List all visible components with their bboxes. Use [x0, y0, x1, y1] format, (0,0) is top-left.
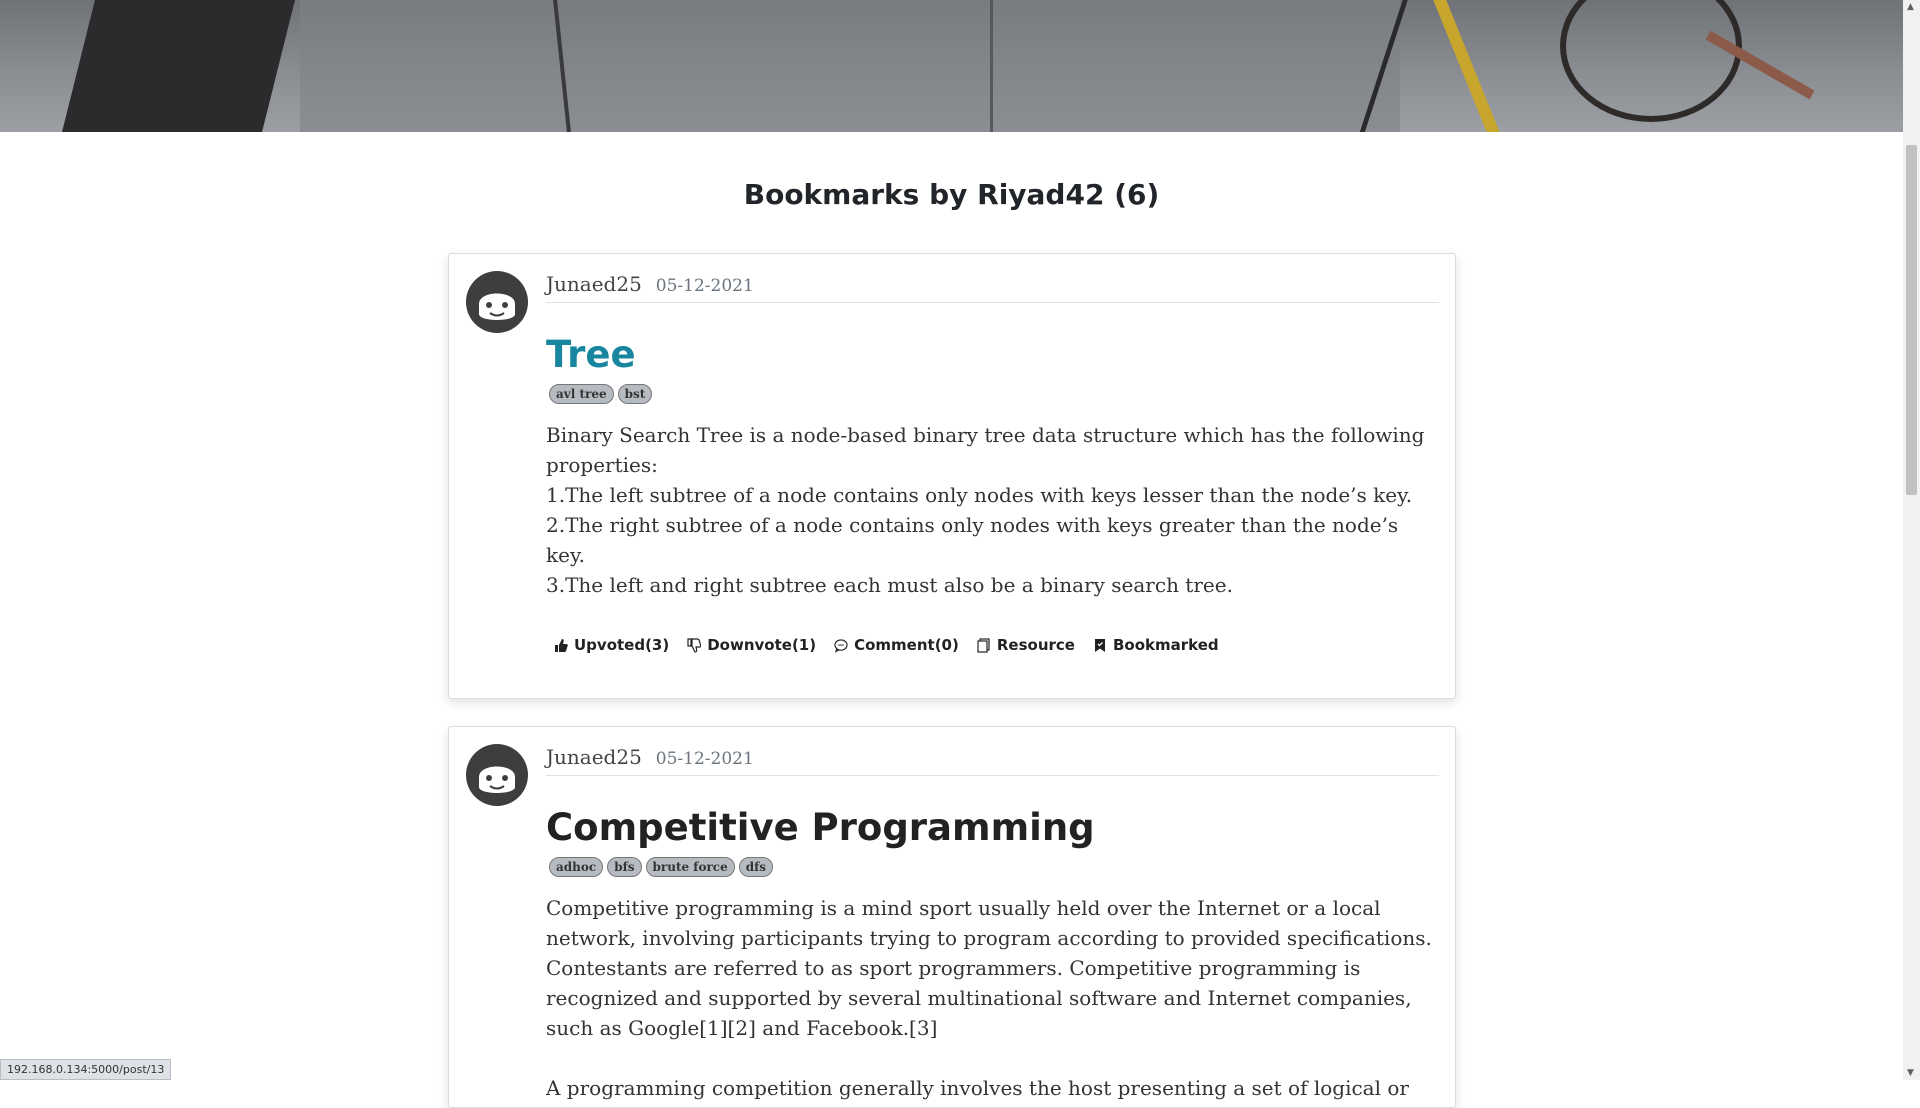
upvote-label: Upvoted(3): [574, 636, 670, 654]
tag[interactable]: brute force: [645, 857, 735, 877]
post-paragraph: Binary Search Tree is a node-based binar…: [546, 423, 1425, 477]
post-paragraph: A programming competition generally invo…: [546, 1076, 1409, 1100]
comment-label: Comment(0): [854, 636, 959, 654]
tag-list: avl tree bst: [549, 384, 1439, 404]
downvote-button[interactable]: Downvote(1): [687, 636, 816, 654]
resource-button[interactable]: Resource: [977, 636, 1075, 654]
post-meta: Junaed25 05-12-2021: [546, 272, 1439, 303]
comment-icon: [834, 638, 848, 653]
post-meta: Junaed25 05-12-2021: [546, 745, 1439, 776]
avatar-icon: [466, 744, 528, 806]
post-body: Competitive programming is a mind sport …: [546, 893, 1439, 1103]
post-paragraph: 2.The right subtree of a node contains o…: [546, 513, 1399, 567]
page-title: Bookmarks by Riyad42 (6): [743, 178, 1160, 211]
document-icon: [977, 637, 990, 653]
thumbs-down-icon: [687, 637, 702, 653]
avatar-icon: [466, 271, 528, 333]
vertical-scrollbar[interactable]: ▲ ▼: [1903, 0, 1920, 1080]
bookmark-button[interactable]: Bookmarked: [1093, 636, 1219, 654]
author-link[interactable]: Junaed25: [546, 745, 642, 769]
tag[interactable]: adhoc: [549, 857, 604, 877]
author-link[interactable]: Junaed25: [546, 272, 642, 296]
comment-button[interactable]: Comment(0): [834, 636, 959, 654]
hero-banner-image: [0, 0, 1903, 132]
upvote-button[interactable]: Upvoted(3): [554, 636, 669, 654]
post-card: Junaed25 05-12-2021 Competitive Programm…: [448, 726, 1456, 1108]
post-date: 05-12-2021: [655, 276, 754, 296]
tag[interactable]: dfs: [738, 857, 774, 877]
downvote-label: Downvote(1): [707, 636, 817, 654]
bookmark-icon: [1094, 638, 1105, 652]
post-title-link[interactable]: Tree: [546, 333, 1439, 376]
tag[interactable]: bfs: [607, 857, 642, 877]
scroll-down-icon[interactable]: ▼: [1907, 1068, 1914, 1078]
resource-label: Resource: [996, 636, 1075, 654]
post-paragraph: 1.The left subtree of a node contains on…: [546, 483, 1413, 507]
post-card: Junaed25 05-12-2021 Tree avl tree bst Bi…: [448, 253, 1456, 699]
post-title-link[interactable]: Competitive Programming: [546, 806, 1439, 849]
bookmark-label: Bookmarked: [1112, 636, 1219, 654]
post-body: Binary Search Tree is a node-based binar…: [546, 420, 1439, 600]
post-actions: Upvoted(3) Downvote(1) Comment(0) Resour…: [554, 636, 1439, 698]
tag-list: adhoc bfs brute force dfs: [549, 857, 1439, 877]
tag[interactable]: avl tree: [549, 384, 614, 404]
post-date: 05-12-2021: [655, 749, 754, 769]
link-status-bar: 192.168.0.134:5000/post/13: [0, 1059, 172, 1080]
tag[interactable]: bst: [617, 384, 653, 404]
post-paragraph: 3.The left and right subtree each must a…: [546, 573, 1233, 597]
scrollbar-thumb[interactable]: [1906, 145, 1917, 495]
thumbs-up-icon: [555, 638, 568, 652]
post-paragraph: Competitive programming is a mind sport …: [546, 896, 1432, 1040]
scroll-up-icon[interactable]: ▲: [1907, 2, 1914, 12]
